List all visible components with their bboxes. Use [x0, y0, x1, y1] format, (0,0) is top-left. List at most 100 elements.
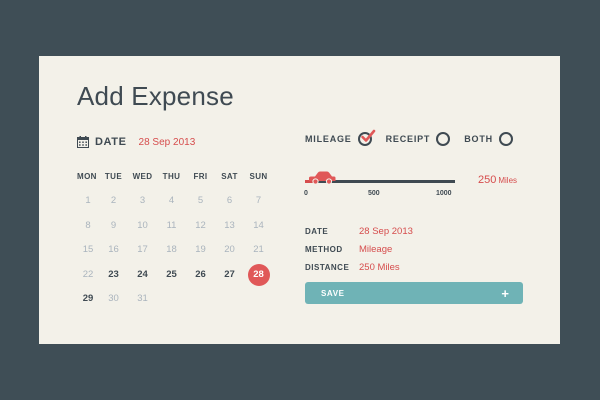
calendar-week: 8 9 10 11 12 13 14 — [77, 214, 273, 239]
calendar-day-number: 28 — [253, 268, 264, 280]
calendar-day[interactable]: 14 — [244, 215, 273, 237]
calendar-day[interactable]: 5 — [186, 190, 215, 212]
receipt-radio[interactable] — [436, 132, 451, 146]
calendar-day-number: 24 — [137, 268, 148, 280]
add-expense-card: Add Expense DATE 28 Sep 2013 MON TUE WED TH… — [39, 56, 560, 344]
both-radio[interactable] — [498, 132, 513, 146]
weekday-label: WED — [132, 172, 153, 181]
calendar-day-selected[interactable]: 28 — [244, 263, 273, 286]
detail-row-method: METHOD Mileage — [305, 240, 413, 258]
calendar-day[interactable]: 22 — [77, 264, 99, 286]
distance-readout: 250 Miles — [478, 174, 517, 186]
detail-value: 28 Sep 2013 — [359, 225, 413, 237]
calendar-day-number: 1 — [85, 195, 91, 207]
save-button[interactable]: SAVE + — [305, 282, 523, 304]
option-receipt[interactable]: RECEIPT — [386, 132, 451, 146]
calendar-day[interactable]: 15 — [77, 239, 99, 261]
calendar-day[interactable]: 10 — [128, 215, 157, 237]
calendar-week: 15 16 17 18 19 20 21 — [77, 238, 273, 263]
calendar-day-number: 20 — [224, 244, 235, 256]
calendar-day[interactable]: 25 — [157, 264, 186, 286]
calendar-day-number: 22 — [82, 268, 94, 280]
calendar-icon — [77, 136, 89, 148]
car-slider-handle-icon[interactable] — [307, 170, 337, 186]
weekday-label: THU — [162, 172, 181, 181]
detail-key: METHOD — [305, 244, 343, 254]
save-label: SAVE — [321, 288, 345, 298]
slider-tick-mid: 500 — [368, 190, 380, 197]
calendar-week: 22 23 24 25 26 27 28 — [77, 263, 273, 288]
slider-tick-max: 1000 — [436, 190, 452, 197]
calendar-day-number: 23 — [108, 268, 119, 280]
detail-value: Mileage — [359, 243, 393, 255]
calendar-day-number: 31 — [137, 293, 148, 305]
calendar-day[interactable]: 23 — [99, 264, 128, 286]
detail-key: DATE — [305, 226, 329, 236]
calendar: MON TUE WED THU FRI SAT SUN 1 2 3 4 5 6 7 8 9 10 11 12 13 1… — [77, 172, 273, 312]
detail-row-date: DATE 28 Sep 2013 — [305, 222, 413, 240]
weekday-label: SAT — [221, 172, 238, 181]
calendar-day-number: 7 — [255, 195, 262, 207]
calendar-day-number: 17 — [137, 244, 148, 256]
calendar-week: 1 2 3 4 5 6 7 — [77, 189, 273, 214]
calendar-day[interactable]: 31 — [128, 288, 157, 310]
calendar-day[interactable]: 7 — [244, 190, 273, 212]
calendar-day-number: 13 — [224, 219, 235, 231]
calendar-day-number: 18 — [166, 244, 177, 256]
calendar-day-number: 16 — [108, 244, 119, 256]
calendar-day[interactable]: 20 — [215, 239, 244, 261]
date-value: 28 Sep 2013 — [138, 136, 196, 148]
calendar-day-number: 4 — [168, 195, 175, 207]
option-both-label: BOTH — [464, 134, 493, 144]
calendar-day[interactable]: 16 — [99, 239, 128, 261]
calendar-day[interactable]: 27 — [215, 264, 244, 286]
checkmark-icon — [360, 129, 375, 142]
option-receipt-label: RECEIPT — [385, 134, 431, 144]
option-mileage-label: MILEAGE — [305, 134, 352, 144]
calendar-day[interactable]: 26 — [186, 264, 215, 286]
calendar-day[interactable]: 30 — [99, 288, 128, 310]
calendar-day-number: 27 — [224, 268, 235, 280]
calendar-day[interactable]: 4 — [157, 190, 186, 212]
date-label: DATE — [95, 136, 127, 148]
page-title: Add Expense — [77, 81, 234, 111]
detail-value: 250 Miles — [359, 261, 400, 273]
calendar-day-number: 29 — [82, 293, 94, 305]
calendar-day[interactable]: 8 — [77, 215, 99, 237]
calendar-day[interactable]: 9 — [99, 215, 128, 237]
mileage-radio[interactable] — [357, 129, 375, 146]
distance-slider[interactable]: 0 500 1000 — [304, 170, 459, 202]
expense-details: DATE 28 Sep 2013 METHOD Mileage DISTANCE… — [305, 222, 413, 276]
calendar-day-number: 30 — [108, 293, 119, 305]
calendar-day-number: 11 — [166, 219, 177, 231]
calendar-day[interactable]: 6 — [215, 190, 244, 212]
calendar-day[interactable]: 17 — [128, 239, 157, 261]
calendar-day-number: 21 — [253, 244, 264, 256]
option-both[interactable]: BOTH — [464, 132, 513, 146]
calendar-day-number: 3 — [139, 195, 146, 207]
date-header: DATE 28 Sep 2013 — [77, 134, 195, 150]
calendar-day-number: 10 — [137, 219, 148, 231]
calendar-day-number: 9 — [110, 219, 117, 231]
weekday-label: FRI — [193, 172, 208, 181]
calendar-day[interactable]: 11 — [157, 215, 186, 237]
slider-tick-min: 0 — [304, 190, 308, 197]
calendar-day[interactable]: 2 — [99, 190, 128, 212]
weekday-label: SUN — [249, 172, 268, 181]
calendar-day[interactable]: 3 — [128, 190, 157, 212]
calendar-day[interactable]: 29 — [77, 288, 99, 310]
calendar-week: 29 30 31 — [77, 287, 273, 312]
calendar-day[interactable]: 18 — [157, 239, 186, 261]
weekday-label: MON — [77, 172, 97, 181]
calendar-day-number: 15 — [82, 244, 94, 256]
calendar-day-number: 2 — [110, 195, 117, 207]
calendar-day[interactable]: 24 — [128, 264, 157, 286]
calendar-day[interactable]: 19 — [186, 239, 215, 261]
calendar-day[interactable]: 21 — [244, 239, 273, 261]
calendar-day-number: 5 — [197, 195, 204, 207]
calendar-day[interactable]: 13 — [215, 215, 244, 237]
option-mileage[interactable]: MILEAGE — [305, 129, 375, 146]
calendar-day[interactable]: 1 — [77, 190, 99, 212]
calendar-day[interactable]: 12 — [186, 215, 215, 237]
calendar-day-number: 26 — [195, 268, 206, 280]
